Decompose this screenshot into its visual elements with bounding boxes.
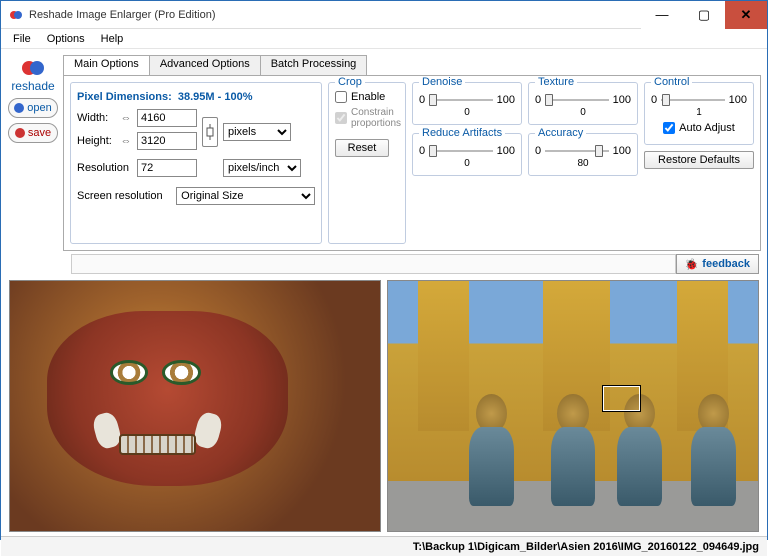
accuracy-max: 100 [613,145,631,157]
screen-resolution-select[interactable]: Original Size [176,187,315,205]
sidebar: reshade open save [7,55,59,248]
pixdim-info: 38.95M - 100% [178,91,253,103]
texture-group: Texture 0 100 0 [528,82,638,125]
denoise-slider[interactable] [429,91,493,109]
control-slider[interactable] [661,91,725,109]
constrain-label: Constrain proportions [351,107,401,129]
pixdim-title: Pixel Dimensions: [77,91,172,103]
reduce-slider[interactable] [429,142,493,160]
lock-aspect-button[interactable] [202,117,218,147]
minimize-button[interactable]: — [641,1,683,29]
tab-advanced-options[interactable]: Advanced Options [149,55,261,75]
statusbar: T:\Backup 1\Digicam_Bilder\Asien 2016\IM… [1,536,767,556]
maximize-button[interactable]: ▢ [683,1,725,29]
crop-title: Crop [335,76,365,88]
control-title: Control [651,76,692,88]
window-title: Reshade Image Enlarger (Pro Edition) [29,9,641,21]
accuracy-group: Accuracy 0 100 80 [528,133,638,176]
link-icon: ⇔ [119,135,133,147]
resolution-input[interactable] [137,159,197,177]
reduce-min: 0 [419,145,425,157]
denoise-max: 100 [497,94,515,106]
screen-res-label: Screen resolution [77,190,172,202]
main-options-panel: Pixel Dimensions: 38.95M - 100% Width: ⇔… [63,75,761,251]
resolution-label: Resolution [77,162,133,174]
denoise-min: 0 [419,94,425,106]
save-label: save [28,127,51,139]
menu-help[interactable]: Help [93,31,132,47]
file-path: T:\Backup 1\Digicam_Bilder\Asien 2016\IM… [413,541,759,553]
auto-adjust-label: Auto Adjust [679,122,735,134]
dimension-unit-select[interactable]: pixels [223,123,291,141]
control-min: 0 [651,94,657,106]
reduce-title: Reduce Artifacts [419,127,505,139]
zoom-preview[interactable] [9,280,381,532]
info-bar [71,254,676,274]
reduce-artifacts-group: Reduce Artifacts 0 100 0 [412,133,522,176]
titlebar: Reshade Image Enlarger (Pro Edition) — ▢… [1,1,767,29]
control-max: 100 [729,94,747,106]
tab-main-options[interactable]: Main Options [63,55,150,75]
open-icon [14,103,24,113]
control-group: Control 0 100 1 Auto Adjust [644,82,754,145]
tabstrip: Main Options Advanced Options Batch Proc… [63,55,761,75]
height-input[interactable] [137,132,197,150]
accuracy-title: Accuracy [535,127,586,139]
reset-crop-button[interactable]: Reset [335,139,389,157]
menu-file[interactable]: File [5,31,39,47]
texture-max: 100 [613,94,631,106]
full-image-preview[interactable] [387,280,759,532]
denoise-title: Denoise [419,76,465,88]
width-label: Width: [77,112,115,124]
texture-title: Texture [535,76,577,88]
texture-slider[interactable] [545,91,609,109]
brand-label: reshade [11,79,54,93]
constrain-checkbox: Constrain proportions [335,107,399,129]
tab-batch-processing[interactable]: Batch Processing [260,55,368,75]
resolution-unit-select[interactable]: pixels/inch [223,159,301,177]
height-label: Height: [77,135,115,147]
enable-crop-checkbox[interactable]: Enable [335,91,399,103]
accuracy-min: 0 [535,145,541,157]
denoise-group: Denoise 0 100 0 [412,82,522,125]
restore-defaults-button[interactable]: Restore Defaults [644,151,754,169]
reduce-max: 100 [497,145,515,157]
auto-adjust-checkbox[interactable]: Auto Adjust [651,122,747,134]
logo-icon [17,59,49,77]
crop-group: Crop Enable Constrain proportions Reset [328,82,406,244]
bug-icon: 🐞 [685,258,699,271]
feedback-label: feedback [702,258,750,270]
link-icon: ⇔ [119,112,133,124]
texture-min: 0 [535,94,541,106]
accuracy-slider[interactable] [545,142,609,160]
save-icon [15,128,25,138]
pixel-dimensions-group: Pixel Dimensions: 38.95M - 100% Width: ⇔… [70,82,322,244]
enable-label: Enable [351,91,385,103]
app-icon [9,8,23,22]
close-button[interactable]: ✕ [725,1,767,29]
menubar: File Options Help [1,29,767,49]
width-input[interactable] [137,109,197,127]
save-button[interactable]: save [8,123,58,143]
menu-options[interactable]: Options [39,31,93,47]
feedback-button[interactable]: 🐞 feedback [676,254,759,274]
selection-rectangle[interactable] [603,386,640,411]
open-label: open [27,102,51,114]
open-button[interactable]: open [8,98,58,118]
